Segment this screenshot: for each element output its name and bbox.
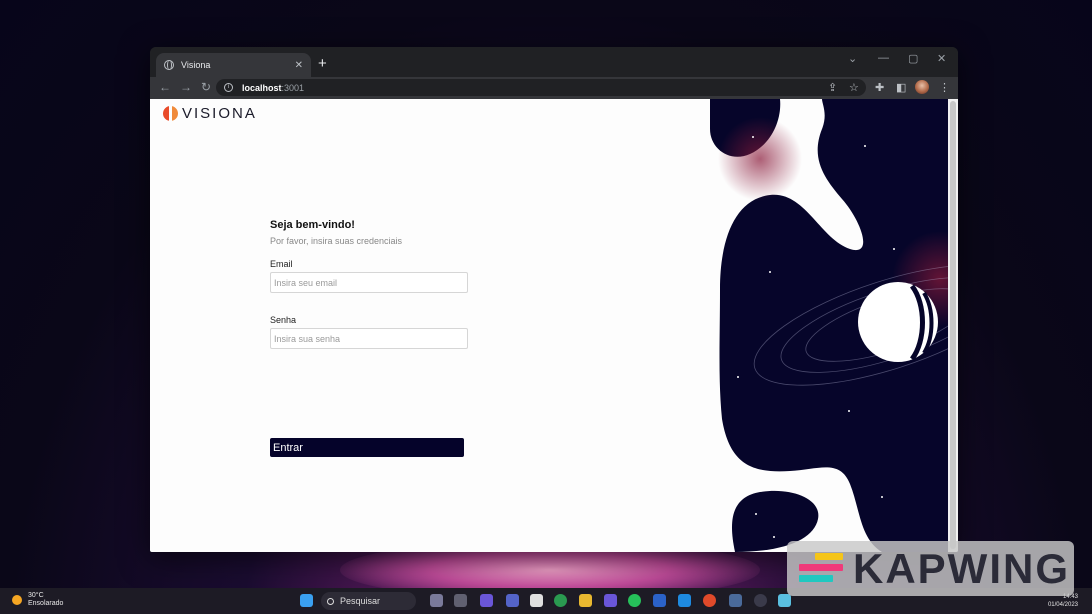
word-icon[interactable] [653,594,666,607]
address-bar[interactable]: i localhost:3001 [216,79,866,96]
teams-chat-icon[interactable] [604,594,617,607]
clock-date: 01/04/2023 [1047,602,1078,608]
password-input[interactable] [270,328,468,349]
taskbar-search[interactable]: Pesquisar [321,592,416,610]
windows-start-icon[interactable] [300,594,313,607]
email-input[interactable] [270,272,468,293]
profile-avatar[interactable] [915,80,929,94]
browser-window: Visiona ✕ + ⌄ — ▢ ✕ ← → ↻ i localhost:30… [150,47,958,552]
login-form: Seja bem-vindo! Por favor, insira suas c… [270,219,470,457]
planet-icon [858,282,938,362]
weather-widget[interactable]: 30°C Ensolarado [12,592,63,608]
whatsapp-icon[interactable] [628,594,641,607]
minimize-icon[interactable]: — [878,52,889,64]
scrollbar-thumb[interactable] [950,101,956,549]
notepad-icon[interactable] [778,594,791,607]
tab-strip: Visiona ✕ + ⌄ — ▢ ✕ [150,47,958,77]
postman-icon[interactable] [703,594,716,607]
back-icon[interactable]: ← [159,80,171,94]
search-icon [327,597,334,605]
file-explorer-icon[interactable] [579,594,592,607]
task-view-icon[interactable] [454,594,467,607]
password-label: Senha [270,315,297,325]
new-tab-button[interactable]: + [318,55,327,72]
maximize-icon[interactable]: ▢ [908,52,918,65]
pgadmin-icon[interactable] [729,594,742,607]
kapwing-watermark: KAPWING [787,541,1074,596]
sun-icon [12,595,22,605]
chevron-down-icon[interactable]: ⌄ [848,52,857,65]
teams-work-icon[interactable] [506,594,519,607]
page-scrollbar[interactable] [948,99,958,552]
welcome-subtitle: Por favor, insira suas credenciais [270,236,403,246]
info-icon[interactable]: i [224,83,233,92]
taskbar-search-label: Pesquisar [340,596,381,606]
weather-temp: 30°C [28,592,44,599]
store-icon[interactable] [530,594,543,607]
window-close-icon[interactable]: ✕ [937,52,946,65]
kapwing-logo-icon [799,551,843,587]
tab-title: Visiona [181,60,211,70]
email-label: Email [270,259,293,269]
share-icon[interactable]: ⇪ [828,81,837,94]
welcome-title: Seja bem-vindo! [270,219,355,231]
app-icon[interactable] [754,594,767,607]
vscode-icon[interactable] [678,594,691,607]
teams-icon[interactable] [480,594,493,607]
close-icon[interactable]: ✕ [295,60,303,71]
logo: VISIONA [163,105,257,122]
extensions-icon[interactable]: ✚ [875,81,884,94]
menu-icon[interactable]: ⋮ [939,81,950,94]
kapwing-text: KAPWING [853,544,1070,592]
tab-visiona[interactable]: Visiona ✕ [156,53,311,77]
visiona-logo-icon [163,106,178,121]
url-port: :3001 [281,82,305,93]
forward-icon[interactable]: → [180,80,192,94]
space-illustration [710,99,958,552]
side-panel-icon[interactable]: ◧ [896,81,906,94]
star-icon[interactable]: ☆ [849,81,859,94]
globe-icon [164,60,174,70]
web-page: VISIONA Seja bem-vindo! Por favor, insir… [150,99,958,552]
chrome-icon[interactable] [554,594,567,607]
reload-icon[interactable]: ↻ [201,80,211,94]
logo-text: VISIONA [182,105,257,122]
login-button[interactable]: Entrar [270,438,464,457]
weather-desc: Ensolarado [28,600,64,607]
url-host: localhost [242,82,282,93]
widgets-icon[interactable] [430,594,443,607]
